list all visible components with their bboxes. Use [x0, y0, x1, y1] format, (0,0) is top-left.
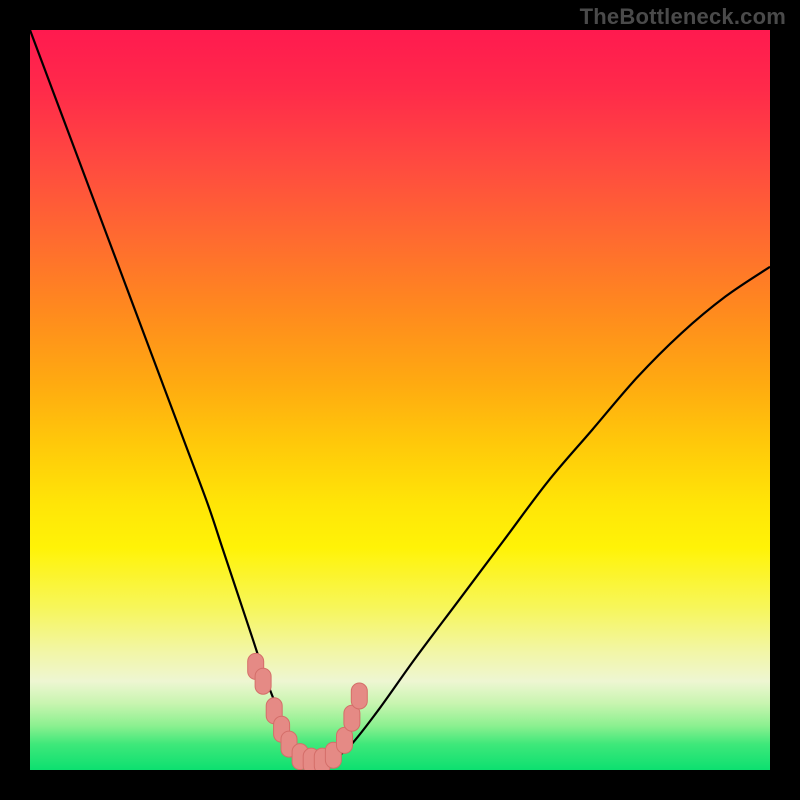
highlighted-point: [351, 683, 367, 709]
plot-overlay-svg: [30, 30, 770, 770]
highlighted-point: [255, 668, 271, 694]
bottleneck-curve: [30, 30, 770, 764]
chart-frame: TheBottleneck.com: [0, 0, 800, 800]
watermark-text: TheBottleneck.com: [580, 4, 786, 30]
highlighted-points-group: [248, 653, 368, 770]
